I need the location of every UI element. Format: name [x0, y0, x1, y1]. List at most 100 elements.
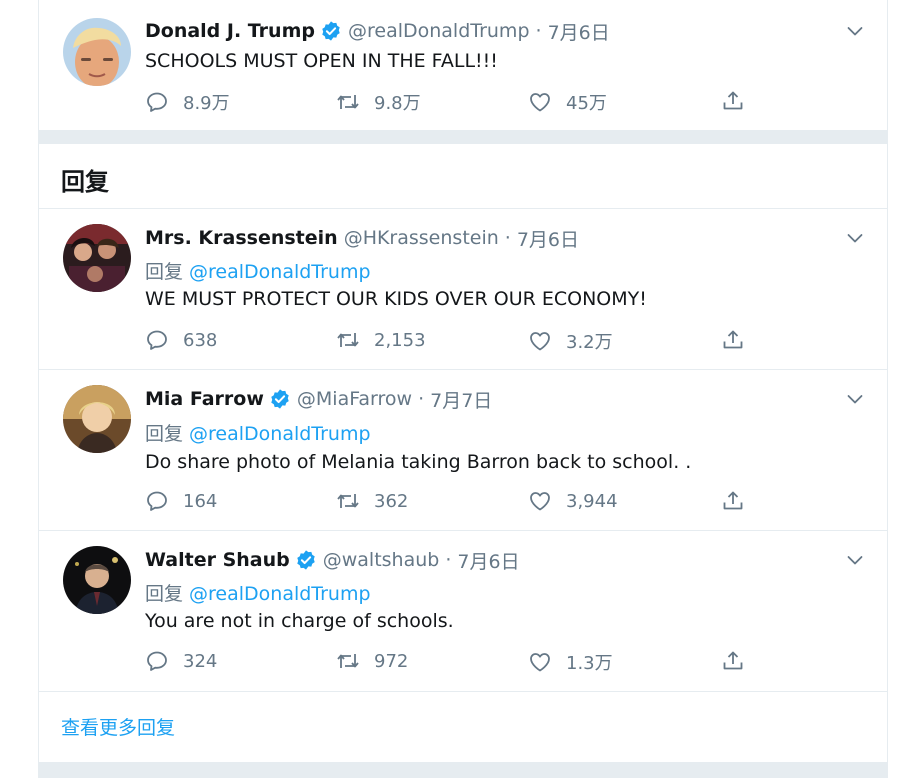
reply-tweet[interactable]: Mrs. Krassenstein @HKrassenstein · 7月6日 …: [39, 209, 887, 369]
author-handle[interactable]: @MiaFarrow: [297, 388, 412, 410]
like-icon: [528, 90, 552, 114]
tweet-header: Mrs. Krassenstein @HKrassenstein · 7月6日: [145, 225, 579, 251]
replies-heading: 回复: [61, 168, 109, 196]
verified-badge-icon: [269, 388, 291, 410]
separator-dot: ·: [504, 227, 511, 249]
mention-link[interactable]: @realDonaldTrump: [189, 423, 371, 445]
like-button[interactable]: 3.2万: [528, 328, 613, 354]
avatar-trump[interactable]: [63, 18, 131, 86]
like-count: 3.2万: [566, 332, 613, 353]
tweet-text: SCHOOLS MUST OPEN IN THE FALL!!!: [145, 50, 498, 72]
replying-to: 回复 @realDonaldTrump: [145, 257, 371, 284]
mention-link[interactable]: @realDonaldTrump: [189, 261, 371, 283]
author-handle[interactable]: @waltshaub: [323, 549, 440, 571]
retweet-button[interactable]: 2,153: [336, 328, 426, 352]
replying-label: 回复: [145, 261, 184, 283]
mention-link[interactable]: @realDonaldTrump: [189, 583, 371, 605]
tweet-header: Mia Farrow @MiaFarrow · 7月7日: [145, 386, 492, 412]
share-icon: [721, 649, 745, 673]
like-icon: [528, 489, 552, 513]
separator-dot: ·: [445, 549, 452, 571]
reply-count: 324: [183, 650, 218, 672]
share-icon: [721, 328, 745, 352]
tweet-actions: 638 2,153 3.2万: [145, 328, 765, 356]
replying-to: 回复 @realDonaldTrump: [145, 579, 371, 606]
like-button[interactable]: 3,944: [528, 489, 618, 513]
retweet-icon: [336, 649, 360, 673]
share-button[interactable]: [721, 328, 759, 352]
retweet-count: 972: [374, 650, 409, 672]
share-button[interactable]: [721, 89, 759, 113]
section-divider: [39, 130, 887, 144]
divider: [39, 691, 887, 692]
replying-label: 回复: [145, 423, 184, 445]
reply-tweet[interactable]: Mia Farrow @MiaFarrow · 7月7日 回复 @realDona…: [39, 370, 887, 530]
author-handle[interactable]: @realDonaldTrump: [348, 20, 530, 42]
tweet-time[interactable]: 7月6日: [548, 18, 610, 45]
chevron-down-icon[interactable]: [845, 389, 865, 409]
like-count: 3,944: [566, 490, 618, 512]
like-count: 1.3万: [566, 653, 613, 674]
avatar-shaub[interactable]: [63, 546, 131, 614]
retweet-button[interactable]: 972: [336, 649, 408, 673]
reply-icon: [145, 489, 169, 513]
author-name[interactable]: Mrs. Krassenstein: [145, 227, 338, 249]
retweet-button[interactable]: 9.8万: [336, 89, 421, 115]
reply-button[interactable]: 8.9万: [145, 89, 230, 115]
reply-tweet[interactable]: Walter Shaub @waltshaub · 7月6日 回复 @realDo…: [39, 531, 887, 691]
like-icon: [528, 329, 552, 353]
like-icon: [528, 650, 552, 674]
reply-button[interactable]: 638: [145, 328, 217, 352]
share-button[interactable]: [721, 649, 759, 673]
retweet-icon: [336, 489, 360, 513]
chevron-down-icon[interactable]: [845, 228, 865, 248]
tweet-actions: 324 972 1.3万: [145, 649, 765, 677]
show-more-replies-link[interactable]: 查看更多回复: [61, 713, 175, 740]
retweet-count: 2,153: [374, 329, 426, 351]
like-button[interactable]: 1.3万: [528, 649, 613, 675]
separator-dot: ·: [535, 20, 542, 42]
tweet-text: Do share photo of Melania taking Barron …: [145, 451, 692, 473]
replying-label: 回复: [145, 583, 184, 605]
avatar-farrow[interactable]: [63, 385, 131, 453]
retweet-count: 362: [374, 490, 409, 512]
separator-dot: ·: [418, 388, 425, 410]
avatar-krassenstein[interactable]: [63, 224, 131, 292]
reply-icon: [145, 328, 169, 352]
tweet-time[interactable]: 7月7日: [430, 386, 492, 413]
tweet-text: You are not in charge of schools.: [145, 610, 454, 632]
retweet-icon: [336, 328, 360, 352]
tweet-header: Donald J. Trump @realDonaldTrump · 7月6日: [145, 18, 610, 44]
verified-badge-icon: [295, 549, 317, 571]
author-name[interactable]: Mia Farrow: [145, 388, 264, 410]
main-tweet[interactable]: Donald J. Trump @realDonaldTrump · 7月6日 …: [39, 0, 887, 130]
chevron-down-icon[interactable]: [845, 21, 865, 41]
share-icon: [721, 89, 745, 113]
reply-button[interactable]: 324: [145, 649, 217, 673]
timeline-column: Donald J. Trump @realDonaldTrump · 7月6日 …: [38, 0, 888, 778]
author-handle[interactable]: @HKrassenstein: [344, 227, 499, 249]
verified-badge-icon: [320, 20, 342, 42]
like-button[interactable]: 45万: [528, 89, 607, 115]
tweet-time[interactable]: 7月6日: [517, 225, 579, 252]
retweet-icon: [336, 90, 360, 114]
author-name[interactable]: Donald J. Trump: [145, 20, 315, 42]
tweet-actions: 8.9万 9.8万 45万: [145, 89, 765, 117]
share-button[interactable]: [721, 489, 759, 513]
share-icon: [721, 489, 745, 513]
section-divider: [39, 762, 887, 778]
tweet-text: WE MUST PROTECT OUR KIDS OVER OUR ECONOM…: [145, 288, 647, 310]
tweet-time[interactable]: 7月6日: [457, 547, 519, 574]
author-name[interactable]: Walter Shaub: [145, 549, 290, 571]
reply-button[interactable]: 164: [145, 489, 217, 513]
replying-to: 回复 @realDonaldTrump: [145, 419, 371, 446]
retweet-button[interactable]: 362: [336, 489, 408, 513]
tweet-actions: 164 362 3,944: [145, 489, 765, 517]
retweet-count: 9.8万: [374, 93, 421, 114]
reply-count: 8.9万: [183, 93, 230, 114]
like-count: 45万: [566, 93, 607, 114]
chevron-down-icon[interactable]: [845, 550, 865, 570]
reply-count: 164: [183, 490, 218, 512]
reply-icon: [145, 90, 169, 114]
tweet-header: Walter Shaub @waltshaub · 7月6日: [145, 547, 520, 573]
